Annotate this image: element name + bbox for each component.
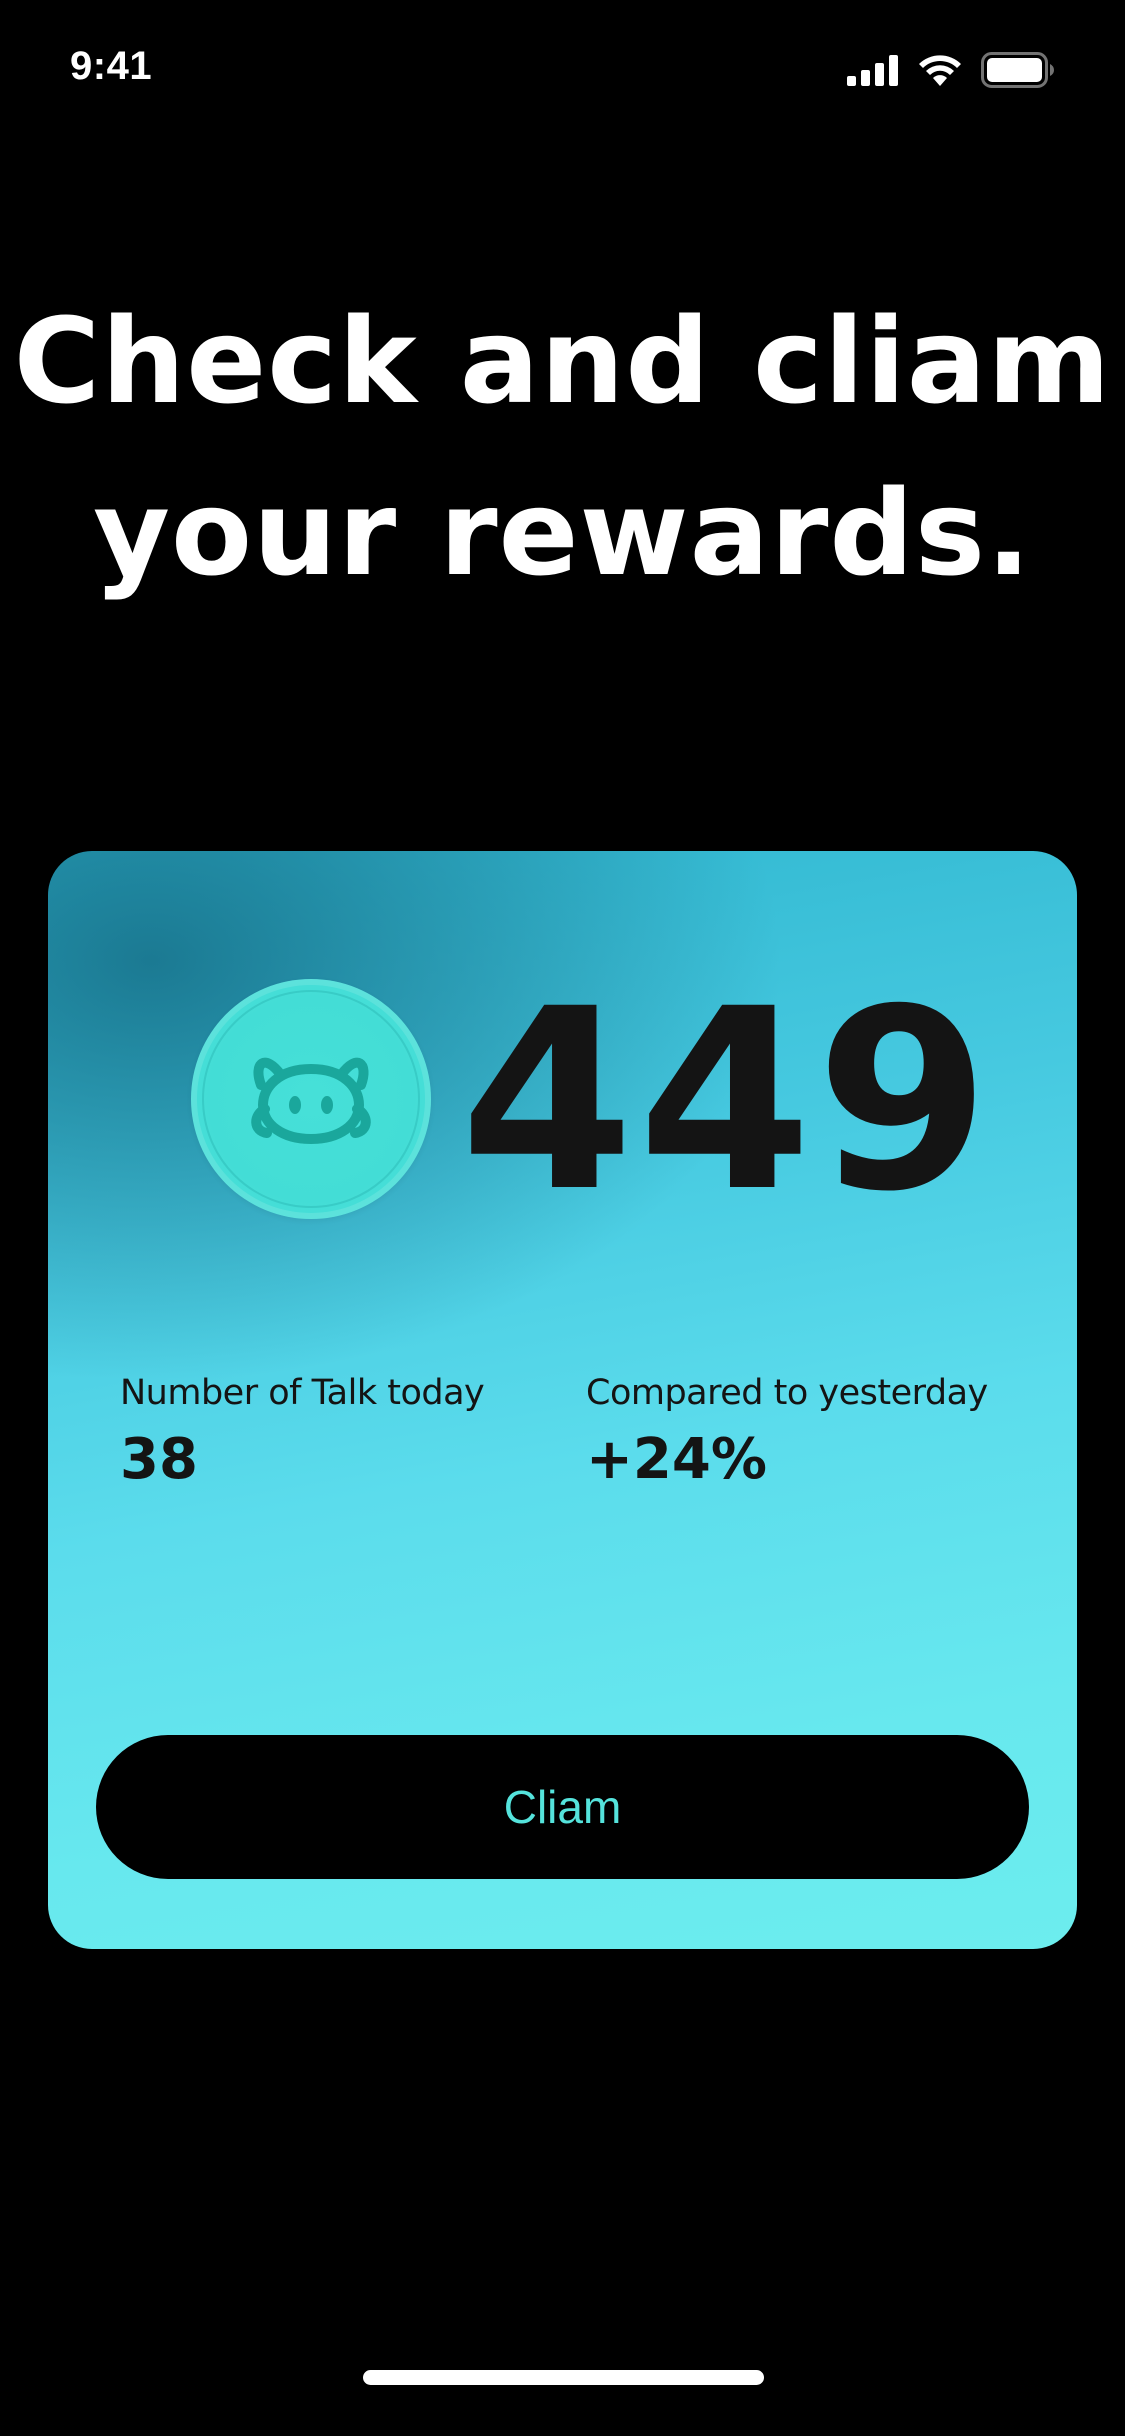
status-bar: 9:41 (0, 0, 1125, 140)
claim-button[interactable]: Cliam (96, 1735, 1029, 1879)
stat-compared-yesterday: Compared to yesterday +24% (586, 1371, 988, 1493)
status-time: 9:41 (70, 44, 153, 88)
page-title-line-2: your rewards. (93, 464, 1032, 602)
points-value: 449 (460, 955, 994, 1246)
stat-value: 38 (120, 1427, 198, 1492)
stat-label: Compared to yesterday (586, 1373, 988, 1413)
wifi-icon (917, 53, 963, 87)
claim-button-label: Cliam (503, 1781, 622, 1833)
status-icons (847, 52, 1055, 88)
stat-label: Number of Talk today (120, 1373, 485, 1413)
coin-inner-ring (202, 990, 420, 1208)
page-title-line-1: Check and cliam (13, 292, 1112, 430)
stat-value: +24% (586, 1427, 767, 1492)
stat-talks-today: Number of Talk today 38 (120, 1371, 485, 1493)
reward-coin (191, 979, 431, 1219)
reward-card: 449 Number of Talk today 38 Compared to … (48, 851, 1077, 1949)
page-title: Check and cliam your rewards. (0, 275, 1125, 619)
cellular-signal-icon (847, 54, 899, 86)
home-indicator[interactable] (363, 2370, 764, 2385)
battery-icon (981, 52, 1055, 88)
creature-face-icon (251, 1045, 371, 1154)
